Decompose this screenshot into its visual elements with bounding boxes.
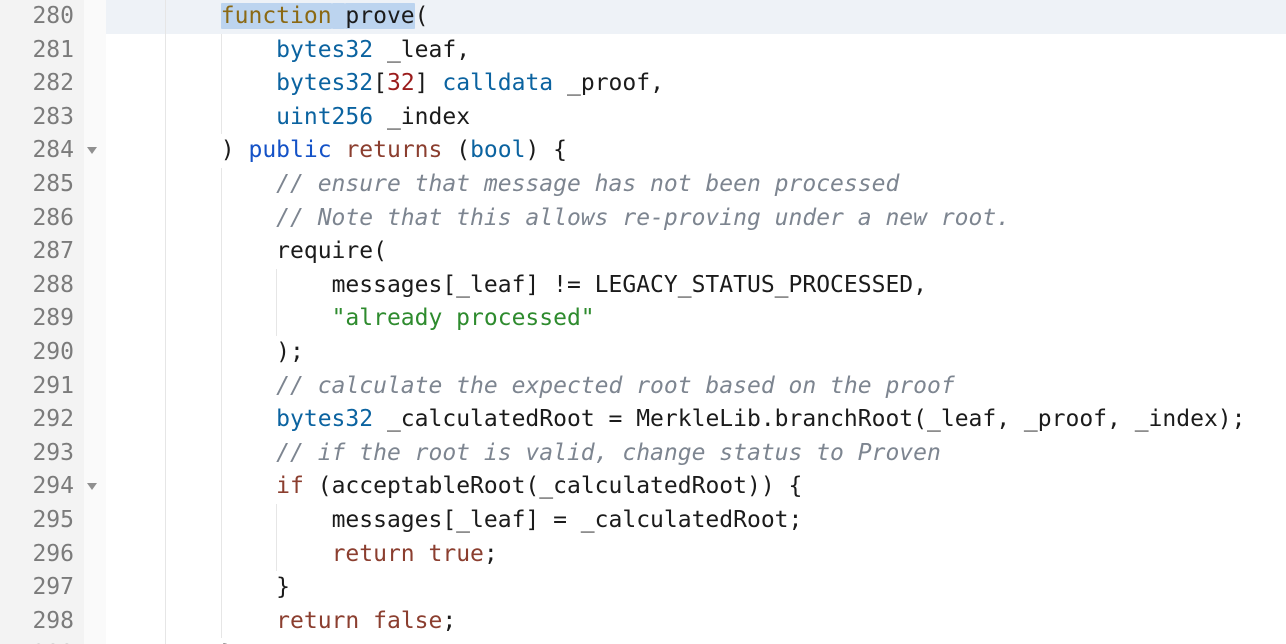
line-number: 286: [0, 202, 84, 236]
code-token: // Note that this allows re-proving unde…: [276, 205, 1010, 231]
line-number: 289: [0, 302, 84, 336]
code-token: [: [373, 70, 387, 96]
code-line[interactable]: }: [106, 571, 1286, 605]
code-token: bytes32: [276, 70, 373, 96]
line-number: 296: [0, 538, 84, 572]
code-token: true: [429, 541, 484, 567]
code-token: bytes32: [276, 406, 373, 432]
code-token: false: [373, 608, 442, 634]
code-token: calldata: [442, 70, 553, 96]
code-token: [332, 137, 346, 163]
code-token: messages[_leaf] = _calculatedRoot;: [332, 507, 803, 533]
code-token: [415, 541, 429, 567]
code-line[interactable]: bytes32[32] calldata _proof,: [106, 67, 1286, 101]
code-token: returns: [345, 137, 442, 163]
line-number: 297: [0, 571, 84, 605]
code-line[interactable]: require(: [106, 235, 1286, 269]
code-token: // calculate the expected root based on …: [276, 373, 955, 399]
code-line[interactable]: // Note that this allows re-proving unde…: [106, 202, 1286, 236]
code-token: [332, 3, 346, 29]
code-line[interactable]: messages[_leaf] != LEGACY_STATUS_PROCESS…: [106, 269, 1286, 303]
code-line[interactable]: // if the root is valid, change status t…: [106, 437, 1286, 471]
code-editor[interactable]: 2802812822832842852862872882892902912922…: [0, 0, 1286, 644]
line-number: 287: [0, 235, 84, 269]
code-area[interactable]: function prove( bytes32 _leaf, bytes32[3…: [106, 0, 1286, 644]
code-token: bool: [470, 137, 525, 163]
code-line[interactable]: bytes32 _calculatedRoot = MerkleLib.bran…: [106, 403, 1286, 437]
line-number: 294: [0, 470, 84, 504]
line-number: 298: [0, 605, 84, 639]
code-token: require: [276, 238, 373, 264]
line-number-gutter: 2802812822832842852862872882892902912922…: [0, 0, 84, 644]
code-token: _calculatedRoot = MerkleLib.branchRoot(_…: [373, 406, 1245, 432]
code-token: "already processed": [332, 305, 595, 331]
line-number: 292: [0, 403, 84, 437]
line-number: 295: [0, 504, 84, 538]
code-line[interactable]: }: [106, 638, 1286, 644]
code-token: ): [221, 137, 249, 163]
code-token: uint256: [276, 104, 373, 130]
code-token: bytes32: [276, 37, 373, 63]
code-line[interactable]: // ensure that message has not been proc…: [106, 168, 1286, 202]
fold-toggle-icon[interactable]: [87, 483, 97, 490]
line-number: 284: [0, 134, 84, 168]
code-token: (: [373, 238, 387, 264]
line-number: 291: [0, 370, 84, 404]
line-number: 293: [0, 437, 84, 471]
code-token: return: [276, 608, 359, 634]
code-token: ;: [484, 541, 498, 567]
line-number: 285: [0, 168, 84, 202]
code-line[interactable]: ) public returns (bool) {: [106, 134, 1286, 168]
code-token: [359, 608, 373, 634]
code-line[interactable]: if (acceptableRoot(_calculatedRoot)) {: [106, 470, 1286, 504]
code-line[interactable]: bytes32 _leaf,: [106, 34, 1286, 68]
code-token: _leaf,: [373, 37, 470, 63]
code-token: _index: [373, 104, 470, 130]
code-token: // if the root is valid, change status t…: [276, 440, 941, 466]
code-line[interactable]: return false;: [106, 605, 1286, 639]
code-token: prove: [345, 3, 414, 29]
line-number: 282: [0, 67, 84, 101]
fold-column: [84, 0, 106, 644]
line-number: 281: [0, 34, 84, 68]
line-number: 283: [0, 101, 84, 135]
code-token: ]: [415, 70, 443, 96]
code-token: (: [415, 3, 429, 29]
code-token: public: [248, 137, 331, 163]
code-token: );: [276, 339, 304, 365]
code-token: ) {: [525, 137, 567, 163]
code-token: ;: [442, 608, 456, 634]
line-number: 288: [0, 269, 84, 303]
code-line[interactable]: return true;: [106, 538, 1286, 572]
fold-toggle-icon[interactable]: [87, 147, 97, 154]
code-token: }: [276, 574, 290, 600]
code-line[interactable]: "already processed": [106, 302, 1286, 336]
code-line[interactable]: );: [106, 336, 1286, 370]
code-token: if: [276, 473, 304, 499]
code-line[interactable]: messages[_leaf] = _calculatedRoot;: [106, 504, 1286, 538]
code-token: (: [442, 137, 470, 163]
line-number: 299: [0, 638, 84, 644]
code-token: messages[_leaf] != LEGACY_STATUS_PROCESS…: [332, 272, 927, 298]
code-token: function: [221, 3, 332, 29]
code-token: return: [332, 541, 415, 567]
code-token: // ensure that message has not been proc…: [276, 171, 899, 197]
code-line[interactable]: uint256 _index: [106, 101, 1286, 135]
code-line[interactable]: function prove(: [106, 0, 1286, 34]
line-number: 290: [0, 336, 84, 370]
line-number: 280: [0, 0, 84, 34]
code-token: _proof,: [553, 70, 664, 96]
code-line[interactable]: // calculate the expected root based on …: [106, 370, 1286, 404]
code-token: (acceptableRoot(_calculatedRoot)) {: [304, 473, 803, 499]
code-token: 32: [387, 70, 415, 96]
